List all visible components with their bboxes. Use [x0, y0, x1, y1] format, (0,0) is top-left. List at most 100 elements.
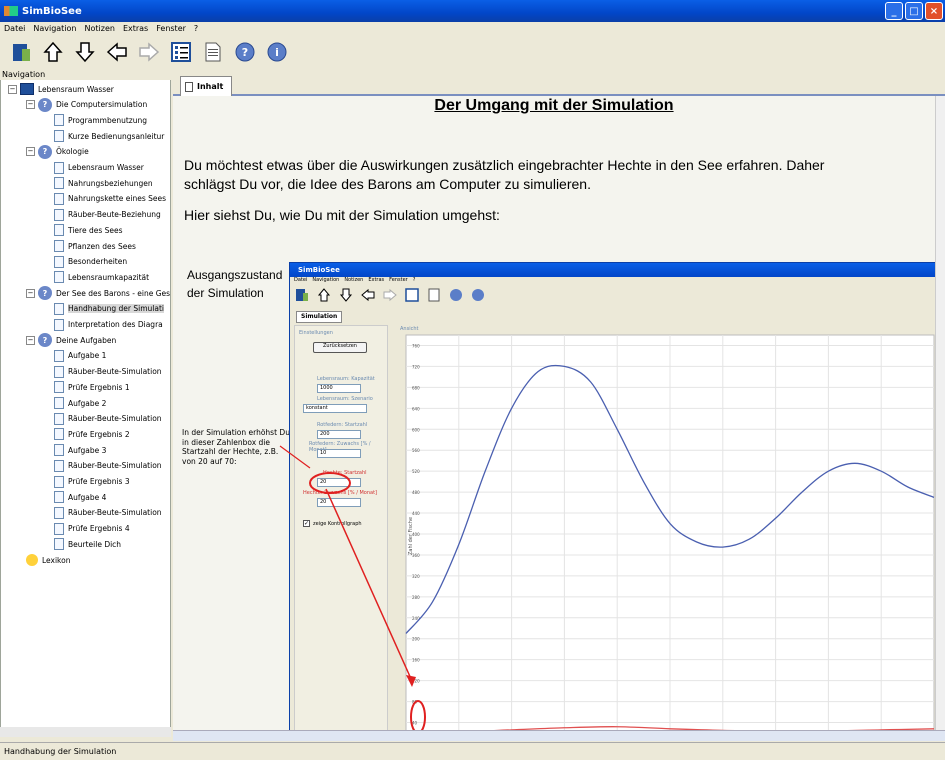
info-icon — [470, 287, 486, 303]
nav-item[interactable]: Prüfe Ergebnis 3 — [54, 475, 130, 489]
nav-item-label: Prüfe Ergebnis 4 — [68, 524, 130, 534]
nav-item[interactable]: Programmbenutzung — [54, 113, 147, 127]
nav-item[interactable]: Tiere des Sees — [54, 223, 123, 237]
document-icon — [54, 444, 64, 457]
capacity-label: Lebensraum: Kapazität — [317, 376, 375, 382]
arrow-up-icon[interactable] — [40, 39, 66, 65]
nav-item[interactable]: −? Ökologie — [26, 144, 89, 159]
help-icon[interactable]: ? — [232, 39, 258, 65]
menu-datei[interactable]: Datei — [4, 24, 25, 33]
nav-item[interactable]: −? Deine Aufgaben — [26, 333, 116, 348]
document-icon — [54, 208, 64, 221]
inner-toolbar — [294, 287, 486, 303]
book-icon — [20, 83, 34, 95]
content-vertical-scrollbar[interactable] — [935, 96, 945, 732]
pike-growth-field: 20 — [317, 498, 361, 507]
y-tick-label: 280 — [412, 595, 420, 600]
nav-item-label: Aufgabe 4 — [68, 492, 107, 502]
nav-item[interactable]: Räuber-Beute-Beziehung — [54, 208, 161, 222]
arrow-right-icon[interactable] — [136, 39, 162, 65]
collapse-icon[interactable]: − — [26, 100, 35, 110]
nav-item[interactable]: Beurteile Dich — [54, 537, 121, 551]
nav-item[interactable]: Nahrungskette eines Sees — [54, 192, 166, 206]
nav-item-label: Kurze Bedienungsanleitur — [68, 131, 165, 141]
nav-item[interactable]: Lebensraum Wasser — [54, 161, 144, 175]
help-icon: ? — [38, 333, 52, 348]
nav-item-label: Beurteile Dich — [68, 539, 122, 549]
nav-item[interactable]: Pflanzen des Sees — [54, 239, 136, 253]
paragraph-howto: Hier siehst Du, wie Du mit der Simulatio… — [184, 207, 500, 223]
paragraph-intro-line-1: Du möchtest etwas über die Auswirkungen … — [184, 157, 825, 173]
nav-item-label: Nahrungsbeziehungen — [68, 178, 153, 188]
carp-start-label: Rotfedern: Startzahl — [317, 422, 368, 428]
menu-fenster[interactable]: Fenster — [156, 24, 186, 33]
inner-menu-item: Notizen — [344, 277, 364, 283]
info-icon[interactable]: i — [264, 39, 290, 65]
document-icon — [54, 349, 64, 362]
book-icon[interactable] — [8, 39, 34, 65]
nav-item-label: Lebensraum Wasser — [68, 163, 144, 172]
tab-inhalt[interactable]: Inhalt — [180, 76, 232, 96]
collapse-icon[interactable]: − — [26, 335, 35, 345]
nav-item[interactable]: Kurze Bedienungsanleitur — [54, 129, 164, 143]
nav-item[interactable]: Nahrungsbeziehungen — [54, 176, 153, 190]
nav-item[interactable]: −? Der See des Barons - eine Ges — [26, 286, 170, 301]
help-icon: ? — [38, 144, 52, 159]
nav-item[interactable]: −? Die Computersimulation — [26, 97, 148, 112]
page-icon[interactable] — [200, 39, 226, 65]
collapse-icon[interactable]: − — [26, 147, 35, 157]
menu-help[interactable]: ? — [194, 24, 198, 33]
nav-item-label: Die Computersimulation — [56, 100, 148, 110]
y-tick-label: 80 — [412, 700, 418, 705]
nav-item[interactable]: Aufgabe 3 — [54, 443, 106, 457]
menu-navigation[interactable]: Navigation — [33, 24, 76, 33]
content-horizontal-scrollbar[interactable] — [173, 730, 945, 741]
app-icon — [4, 6, 18, 16]
document-icon — [54, 192, 64, 205]
status-bar: Handhabung der Simulation — [0, 742, 945, 760]
y-axis-label: Zahl der Fische — [408, 517, 414, 555]
nav-item[interactable]: Prüfe Ergebnis 2 — [54, 427, 130, 441]
scenario-select: konstant — [303, 404, 367, 413]
inner-tab-simulation: Simulation — [296, 311, 342, 323]
nav-item-label: Prüfe Ergebnis 3 — [68, 477, 130, 486]
arrow-left-icon[interactable] — [104, 39, 130, 65]
nav-item[interactable]: Interpretation des Diagra — [54, 318, 163, 332]
inner-settings-panel: Einstellungen Zurücksetzen Lebensraum: K… — [294, 325, 388, 733]
collapse-icon[interactable]: − — [26, 288, 35, 298]
arrow-right-icon — [382, 287, 398, 303]
close-button[interactable]: × — [925, 2, 943, 20]
nav-item[interactable]: Lebensraumkapazität — [54, 270, 149, 284]
nav-horizontal-scrollbar[interactable] — [0, 727, 171, 737]
checkbox-label: zeige Kontrollgraph — [313, 521, 362, 527]
nav-item[interactable]: Prüfe Ergebnis 1 — [54, 380, 130, 394]
y-tick-label: 680 — [412, 385, 420, 390]
nav-item[interactable]: Aufgabe 1 — [54, 349, 106, 363]
embedded-screenshot: SimBioSee Datei Navigation Notizen Extra… — [289, 262, 937, 734]
nav-item[interactable]: Handhabung der Simulati — [54, 302, 164, 316]
nav-item[interactable]: Räuber-Beute-Simulation — [54, 412, 162, 426]
nav-item[interactable]: Räuber-Beute-Simulation — [54, 506, 162, 520]
list-view-icon[interactable] — [168, 39, 194, 65]
nav-item[interactable]: Räuber-Beute-Simulation — [54, 459, 162, 473]
nav-item-label: Lebensraumkapazität — [68, 272, 150, 282]
nav-item[interactable]: − Lebensraum Wasser — [8, 82, 114, 96]
collapse-icon[interactable]: − — [8, 84, 17, 94]
document-icon — [54, 412, 64, 425]
nav-item[interactable]: Besonderheiten — [54, 255, 127, 269]
nav-item[interactable]: Lexikon — [26, 553, 70, 567]
menu-notizen[interactable]: Notizen — [85, 24, 115, 33]
y-tick-label: 440 — [412, 511, 420, 516]
menu-extras[interactable]: Extras — [123, 24, 148, 33]
arrow-down-icon[interactable] — [72, 39, 98, 65]
nav-item[interactable]: Aufgabe 2 — [54, 396, 106, 410]
list-view-icon — [404, 287, 420, 303]
nav-item[interactable]: Prüfe Ergebnis 4 — [54, 522, 130, 536]
minimize-button[interactable]: _ — [885, 2, 903, 20]
nav-item[interactable]: Aufgabe 4 — [54, 490, 106, 504]
maximize-button[interactable]: □ — [905, 2, 923, 20]
nav-item-label: Prüfe Ergebnis 1 — [68, 382, 130, 392]
nav-item-label: Räuber-Beute-Simulation — [68, 508, 162, 518]
nav-item[interactable]: Räuber-Beute-Simulation — [54, 365, 162, 379]
tab-bar — [173, 70, 945, 96]
